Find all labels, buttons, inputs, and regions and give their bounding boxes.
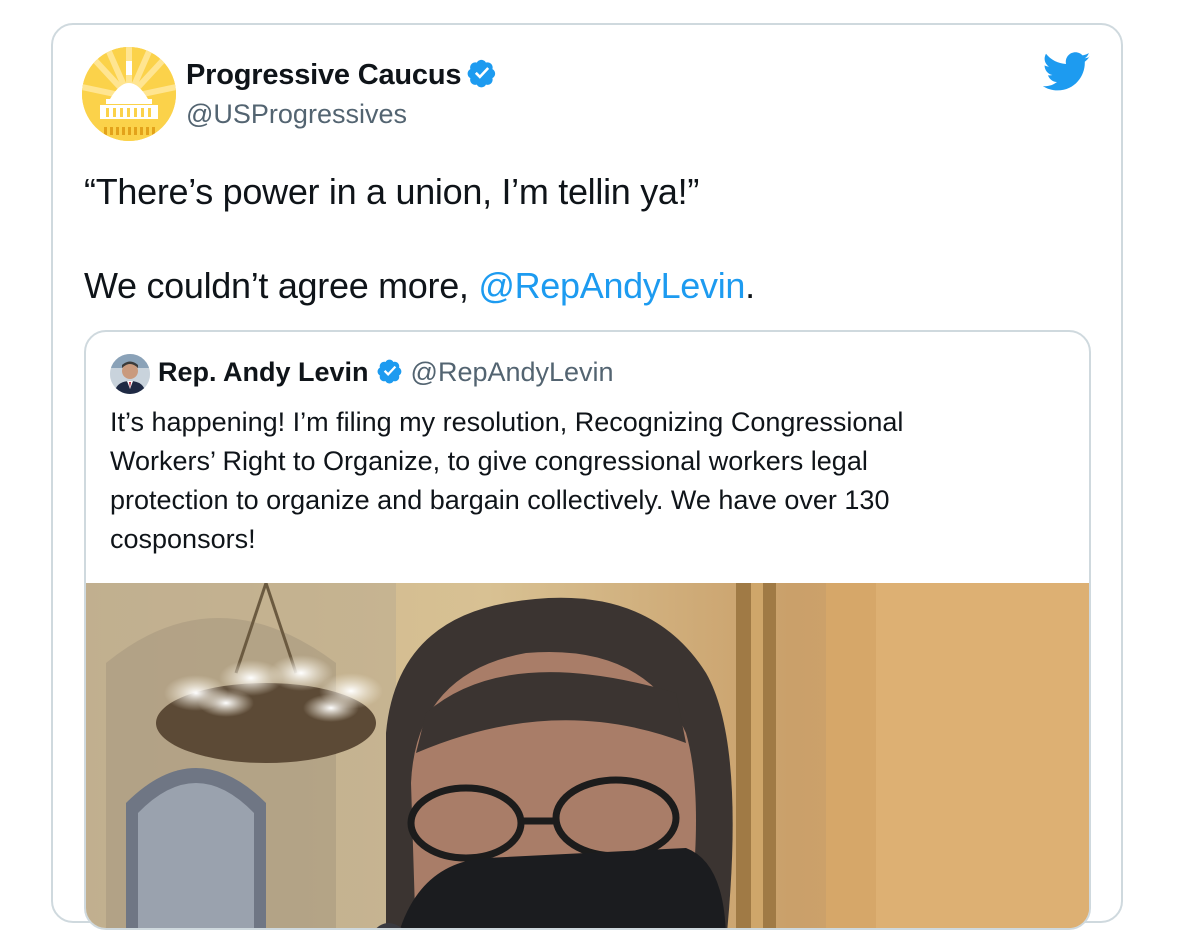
quoted-text-line: Workers’ Right to Organize, to give cong… (110, 446, 868, 476)
quoted-text-line: cosponsors! (110, 524, 256, 554)
author-name[interactable]: Progressive Caucus (186, 58, 497, 96)
quoted-author-avatar[interactable] (110, 354, 150, 394)
author-name-text[interactable]: Progressive Caucus (186, 59, 461, 91)
tweet-text-line2-suffix: . (745, 265, 755, 306)
author-handle[interactable]: @USProgressives (186, 99, 407, 130)
verified-badge-icon (377, 358, 403, 391)
tweet-text-line2-prefix: We couldn’t agree more, (84, 265, 479, 306)
mention-link[interactable]: @RepAndyLevin (478, 265, 745, 306)
quoted-text: It’s happening! I’m filing my resolution… (110, 403, 1070, 559)
tweet-text-line1: “There’s power in a union, I’m tellin ya… (84, 171, 700, 212)
quoted-author-name[interactable]: Rep. Andy Levin (158, 357, 369, 387)
quoted-text-line: It’s happening! I’m filing my resolution… (110, 407, 904, 437)
twitter-bird-icon[interactable] (1043, 52, 1091, 92)
tweet-text: “There’s power in a union, I’m tellin ya… (84, 168, 1084, 309)
tweet-text-line2: We couldn’t agree more, @RepAndyLevin. (84, 262, 1084, 309)
quoted-tweet[interactable]: Rep. Andy Levin @RepAndyLevin It’s happen… (84, 330, 1091, 930)
capitol-logo-icon (82, 47, 176, 141)
quoted-header: Rep. Andy Levin @RepAndyLevin (158, 357, 614, 391)
quoted-photo[interactable] (86, 583, 1091, 930)
progressive-caucus-avatar[interactable] (82, 47, 176, 141)
quoted-author-handle[interactable]: @RepAndyLevin (411, 357, 614, 387)
quoted-text-line: protection to organize and bargain colle… (110, 485, 890, 515)
verified-badge-icon (467, 58, 497, 96)
